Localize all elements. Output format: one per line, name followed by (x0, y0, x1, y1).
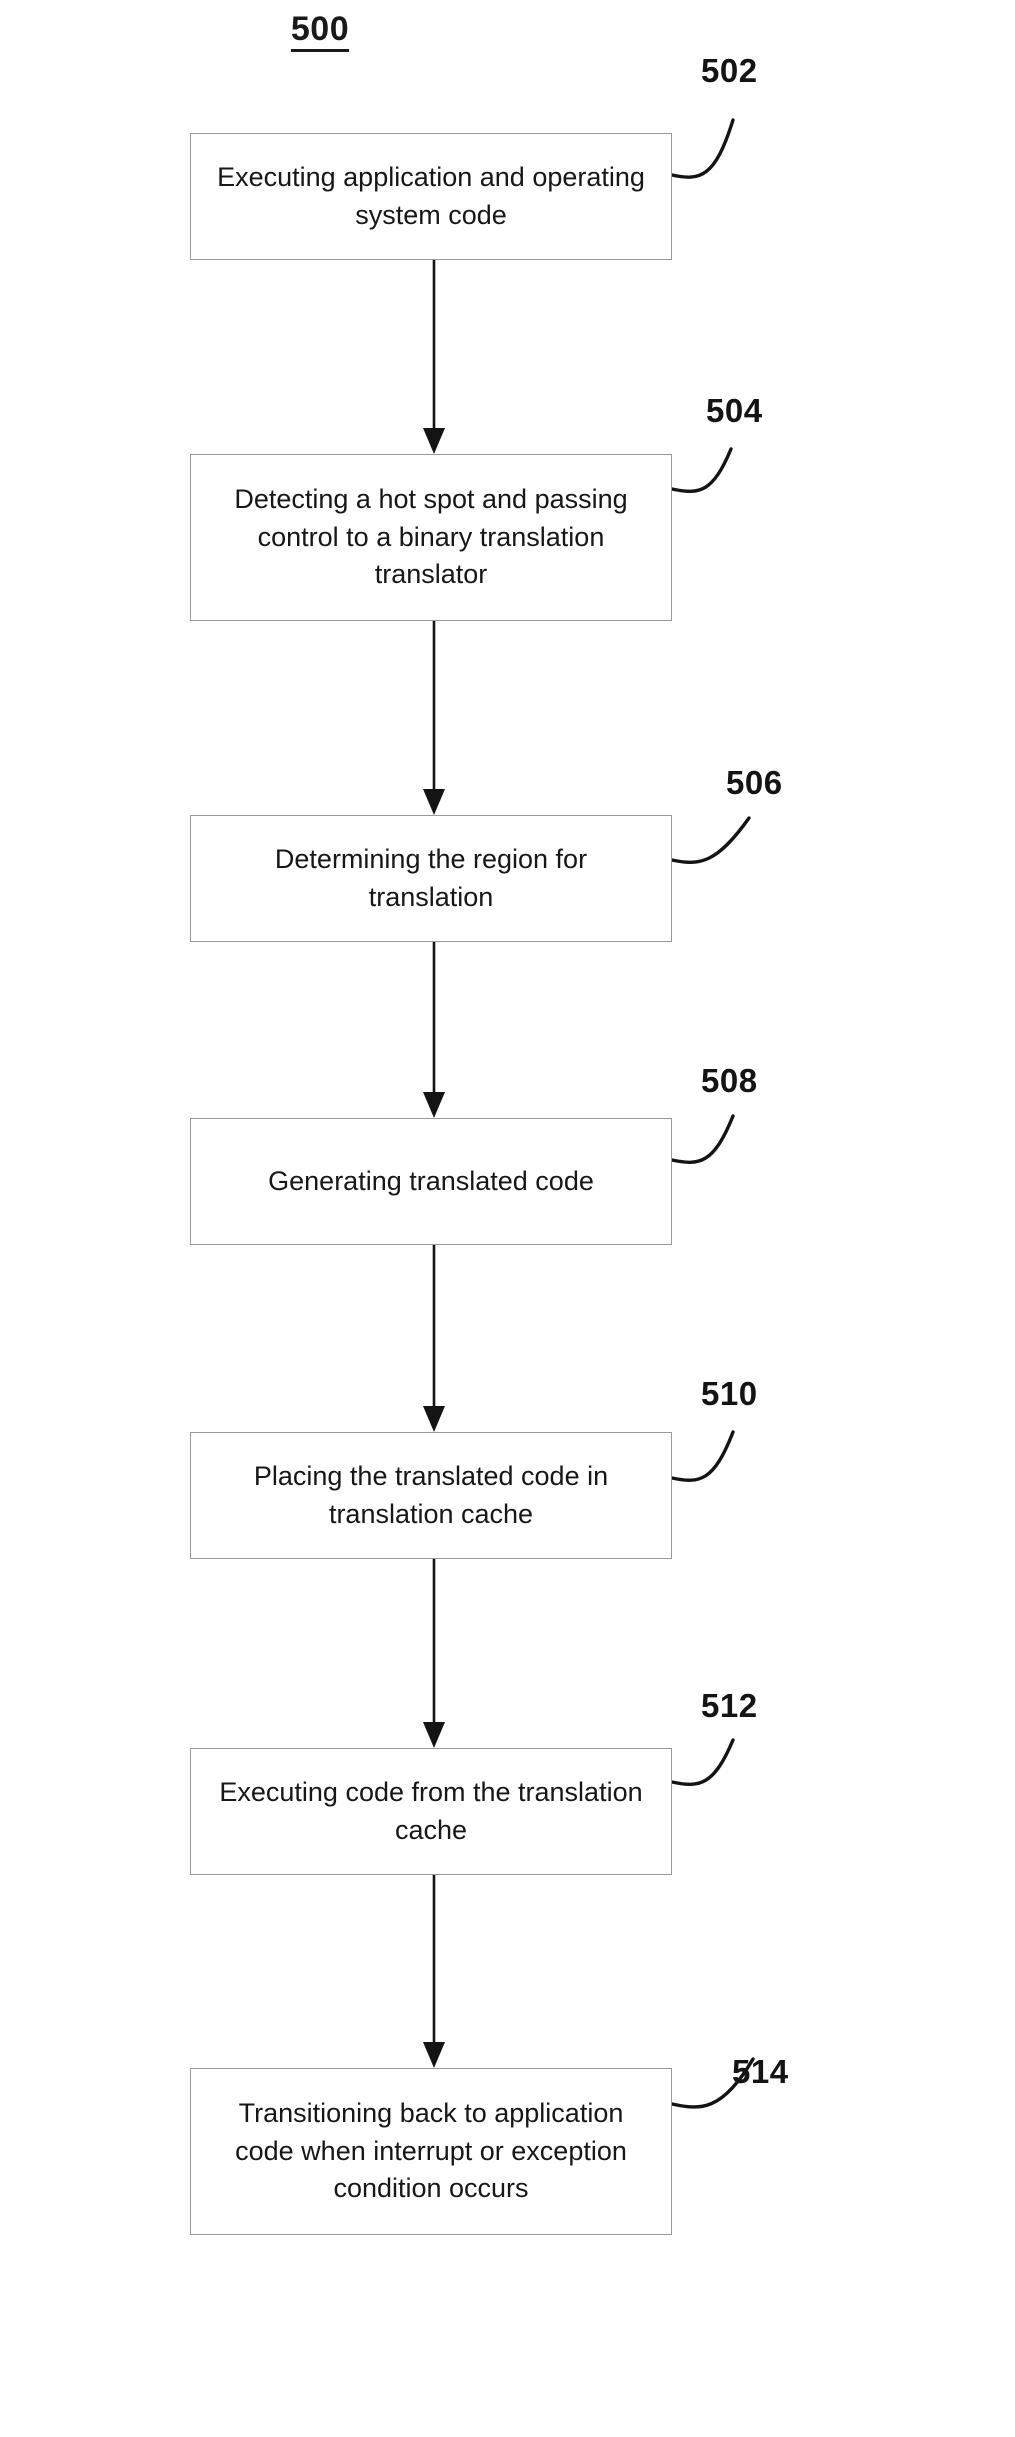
reference-numeral-506: 506 (726, 764, 783, 801)
reference-numeral-508: 508 (701, 1062, 758, 1099)
leader-line-502 (670, 118, 735, 179)
process-box-506: Determining the region for translation (190, 815, 672, 942)
leader-line-504 (670, 447, 733, 493)
process-box-502: Executing application and operating syst… (190, 133, 672, 260)
process-box-label: Transitioning back to application code w… (235, 2097, 627, 2204)
reference-numeral-514: 514 (732, 2053, 789, 2090)
process-box-510: Placing the translated code in translati… (190, 1432, 672, 1559)
leader-line-506 (670, 816, 751, 864)
connector-arrowhead-504-506 (423, 789, 445, 815)
process-box-label: Detecting a hot spot and passing control… (234, 483, 628, 590)
process-box-514: Transitioning back to application code w… (190, 2068, 672, 2235)
connector-arrowhead-510-512 (423, 1722, 445, 1748)
figure-number: 500 (290, 11, 350, 52)
connector-arrowhead-502-504 (423, 428, 445, 454)
process-box-label: Generating translated code (268, 1165, 594, 1196)
leader-line-510 (670, 1430, 735, 1482)
connector-arrowhead-506-508 (423, 1092, 445, 1118)
process-box-label: Determining the region for translation (274, 843, 588, 912)
process-box-508: Generating translated code (190, 1118, 672, 1245)
process-box-label: Placing the translated code in translati… (253, 1460, 609, 1529)
process-box-label: Executing code from the translation cach… (219, 1776, 643, 1845)
reference-numeral-512: 512 (701, 1687, 758, 1724)
connector-arrowhead-508-510 (423, 1406, 445, 1432)
patent-figure-500: 500 Executing application and operating … (0, 0, 1015, 2437)
process-box-512: Executing code from the translation cach… (190, 1748, 672, 1875)
process-box-504: Detecting a hot spot and passing control… (190, 454, 672, 621)
leader-line-512 (670, 1738, 735, 1786)
connector-arrowhead-512-514 (423, 2042, 445, 2068)
figure-title: 500 (0, 10, 640, 52)
process-box-label: Executing application and operating syst… (217, 161, 645, 230)
reference-numeral-510: 510 (701, 1375, 758, 1412)
reference-numeral-504: 504 (706, 392, 763, 429)
leader-line-508 (670, 1114, 735, 1164)
reference-numeral-502: 502 (701, 52, 758, 89)
